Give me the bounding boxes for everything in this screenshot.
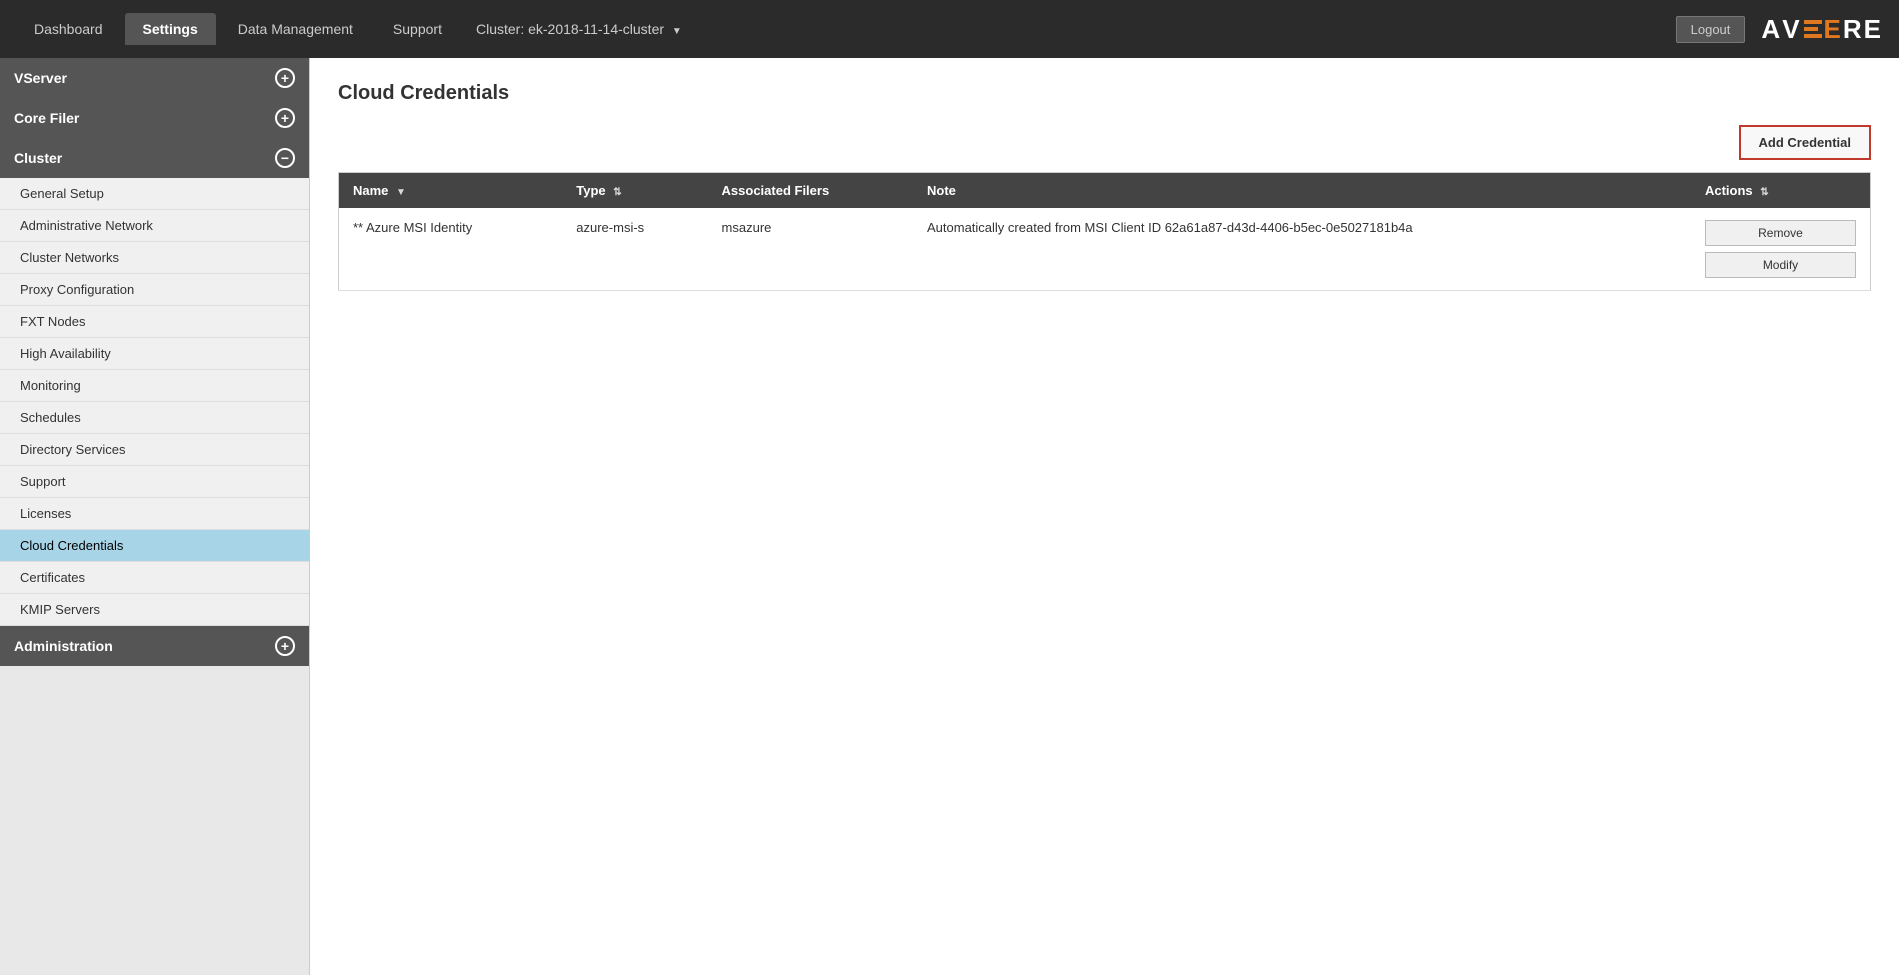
col-header-associated-filers: Associated Filers xyxy=(708,173,913,209)
topbar-nav: Dashboard Settings Data Management Suppo… xyxy=(16,13,682,45)
table-row: ** Azure MSI Identity azure-msi-s msazur… xyxy=(339,208,1871,291)
sidebar-item-high-availability[interactable]: High Availability xyxy=(0,338,309,370)
sidebar-item-administrative-network[interactable]: Administrative Network xyxy=(0,210,309,242)
modify-button[interactable]: Modify xyxy=(1705,252,1856,278)
logout-button[interactable]: Logout xyxy=(1676,16,1746,43)
credentials-table: Name ▼ Type ⇅ Associated Filers Note Act xyxy=(338,172,1871,291)
col-header-note: Note xyxy=(913,173,1691,209)
topbar: Dashboard Settings Data Management Suppo… xyxy=(0,0,1899,58)
sidebar-item-kmip-servers[interactable]: KMIP Servers xyxy=(0,594,309,626)
sidebar: VServer + Core Filer + Cluster − General… xyxy=(0,58,310,975)
col-header-actions[interactable]: Actions ⇅ xyxy=(1691,173,1871,209)
page-title: Cloud Credentials xyxy=(338,82,1871,105)
logo-bars-icon xyxy=(1804,20,1822,38)
tab-settings[interactable]: Settings xyxy=(125,13,216,45)
table-header-row: Name ▼ Type ⇅ Associated Filers Note Act xyxy=(339,173,1871,209)
cluster-selector[interactable]: Cluster: ek-2018-11-14-cluster ▼ xyxy=(476,21,682,37)
sidebar-section-cluster-label: Cluster xyxy=(14,150,62,166)
sidebar-item-support[interactable]: Support xyxy=(0,466,309,498)
administration-expand-icon: + xyxy=(275,636,295,656)
logo-letter-r: R xyxy=(1843,14,1864,45)
core-filer-expand-icon: + xyxy=(275,108,295,128)
layout: VServer + Core Filer + Cluster − General… xyxy=(0,58,1899,975)
sidebar-section-core-filer-label: Core Filer xyxy=(14,110,79,126)
cluster-collapse-icon: − xyxy=(275,148,295,168)
sort-icon-name: ▼ xyxy=(396,187,406,198)
sidebar-item-licenses[interactable]: Licenses xyxy=(0,498,309,530)
cell-note: Automatically created from MSI Client ID… xyxy=(913,208,1691,291)
sidebar-item-directory-services[interactable]: Directory Services xyxy=(0,434,309,466)
sidebar-section-cluster[interactable]: Cluster − xyxy=(0,138,309,178)
tab-dashboard[interactable]: Dashboard xyxy=(16,13,121,45)
sidebar-item-general-setup[interactable]: General Setup xyxy=(0,178,309,210)
col-header-name[interactable]: Name ▼ xyxy=(339,173,563,209)
sort-icon-actions: ⇅ xyxy=(1760,187,1768,198)
cell-name: ** Azure MSI Identity xyxy=(339,208,563,291)
logo-letter-e2: E xyxy=(1864,14,1883,45)
tab-data-management[interactable]: Data Management xyxy=(220,13,371,45)
logo-letter-v: V xyxy=(1782,14,1801,45)
cell-associated-filers: msazure xyxy=(708,208,913,291)
logo-letter-e-orange: E xyxy=(1824,14,1843,45)
main-content: Cloud Credentials Add Credential Name ▼ … xyxy=(310,58,1899,975)
sidebar-section-vserver[interactable]: VServer + xyxy=(0,58,309,98)
sidebar-section-vserver-label: VServer xyxy=(14,70,67,86)
cell-type: azure-msi-s xyxy=(562,208,707,291)
sidebar-item-cloud-credentials[interactable]: Cloud Credentials xyxy=(0,530,309,562)
sidebar-item-monitoring[interactable]: Monitoring xyxy=(0,370,309,402)
add-credential-container: Add Credential xyxy=(338,125,1871,160)
sidebar-item-schedules[interactable]: Schedules xyxy=(0,402,309,434)
sidebar-item-cluster-networks[interactable]: Cluster Networks xyxy=(0,242,309,274)
avere-logo: A V E R E xyxy=(1761,14,1883,45)
sort-icon-type: ⇅ xyxy=(613,187,621,198)
sidebar-item-certificates[interactable]: Certificates xyxy=(0,562,309,594)
sidebar-item-proxy-configuration[interactable]: Proxy Configuration xyxy=(0,274,309,306)
remove-button[interactable]: Remove xyxy=(1705,220,1856,246)
col-header-type[interactable]: Type ⇅ xyxy=(562,173,707,209)
cell-actions: Remove Modify xyxy=(1691,208,1871,291)
sidebar-section-administration[interactable]: Administration + xyxy=(0,626,309,666)
actions-cell: Remove Modify xyxy=(1705,220,1856,278)
sidebar-item-fxt-nodes[interactable]: FXT Nodes xyxy=(0,306,309,338)
topbar-right: Logout A V E R E xyxy=(1676,14,1883,45)
vserver-expand-icon: + xyxy=(275,68,295,88)
tab-support[interactable]: Support xyxy=(375,13,460,45)
add-credential-button[interactable]: Add Credential xyxy=(1739,125,1871,160)
logo-letter-a: A xyxy=(1761,14,1782,45)
sidebar-section-core-filer[interactable]: Core Filer + xyxy=(0,98,309,138)
sidebar-section-administration-label: Administration xyxy=(14,638,113,654)
cluster-dropdown-arrow: ▼ xyxy=(672,26,682,37)
